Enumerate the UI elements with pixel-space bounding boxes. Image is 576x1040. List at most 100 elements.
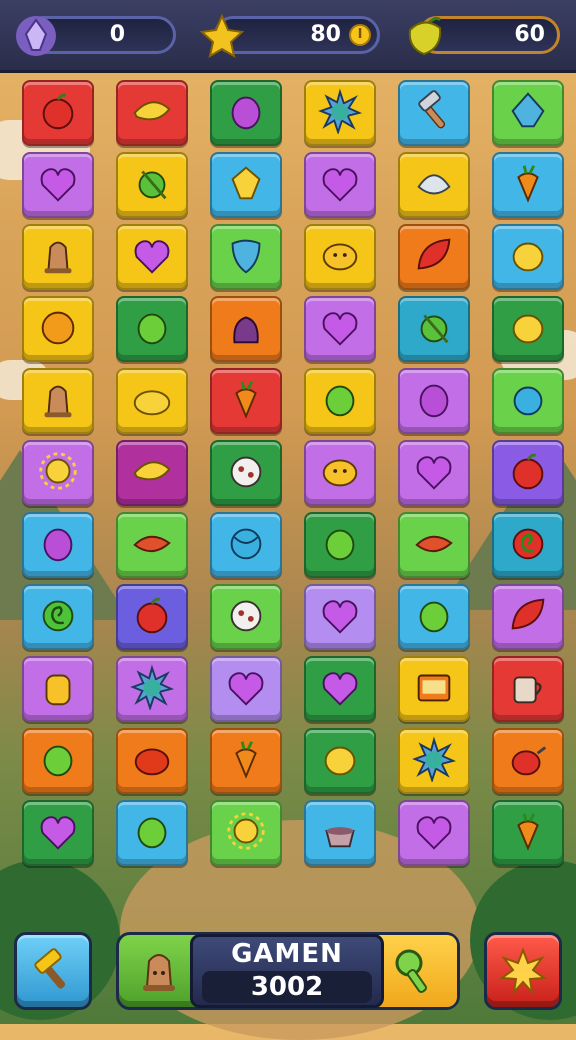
board-tile[interactable] <box>492 656 564 722</box>
board-tile[interactable] <box>304 512 376 578</box>
heart-icon <box>35 160 81 210</box>
board-tile[interactable] <box>304 152 376 218</box>
board-tile[interactable] <box>398 584 470 650</box>
heart-icon <box>317 664 363 714</box>
board-tile[interactable] <box>22 224 94 290</box>
board-tile[interactable] <box>304 224 376 290</box>
board-tile[interactable] <box>22 512 94 578</box>
board-tile[interactable] <box>492 728 564 794</box>
sun-icon <box>35 448 81 498</box>
board-tile[interactable] <box>398 800 470 866</box>
board-tile[interactable] <box>398 512 470 578</box>
board-tile[interactable] <box>116 152 188 218</box>
board-tile[interactable] <box>398 296 470 362</box>
green-fruit-icon <box>411 304 457 354</box>
hammer-button[interactable] <box>14 932 92 1010</box>
key-icon <box>395 949 427 993</box>
board-tile[interactable] <box>304 584 376 650</box>
board-tile[interactable] <box>22 368 94 434</box>
shell-icon <box>411 160 457 210</box>
green-fruit-icon <box>129 160 175 210</box>
burst-icon <box>499 947 547 996</box>
board-tile[interactable] <box>210 656 282 722</box>
board-tile[interactable] <box>492 296 564 362</box>
board-tile[interactable] <box>304 80 376 146</box>
board-tile[interactable] <box>22 656 94 722</box>
burst-button[interactable] <box>484 932 562 1010</box>
heart-icon <box>317 160 363 210</box>
board-tile[interactable] <box>116 368 188 434</box>
board-tile[interactable] <box>304 296 376 362</box>
apple-icon <box>129 592 175 642</box>
banana-icon <box>129 88 175 138</box>
board-tile[interactable] <box>22 152 94 218</box>
heart-icon <box>223 664 269 714</box>
board-tile[interactable] <box>22 80 94 146</box>
board-tile[interactable] <box>492 512 564 578</box>
board-tile[interactable] <box>398 440 470 506</box>
key-booster[interactable] <box>389 943 445 999</box>
board-tile[interactable] <box>116 656 188 722</box>
board-tile[interactable] <box>210 368 282 434</box>
board-tile[interactable] <box>22 800 94 866</box>
board-tile[interactable] <box>492 152 564 218</box>
chili-icon <box>129 520 175 570</box>
board-tile[interactable] <box>492 368 564 434</box>
board-tile[interactable] <box>116 728 188 794</box>
board-tile[interactable] <box>210 224 282 290</box>
lime-icon <box>35 736 81 786</box>
board-tile[interactable] <box>22 296 94 362</box>
board-tile[interactable] <box>492 800 564 866</box>
bell-booster[interactable] <box>131 943 187 999</box>
board-tile[interactable] <box>304 728 376 794</box>
score-value: 3002 <box>202 971 372 1003</box>
board-tile[interactable] <box>116 80 188 146</box>
board-tile[interactable] <box>398 80 470 146</box>
plum-icon <box>223 88 269 138</box>
swirl-icon <box>35 592 81 642</box>
board-tile[interactable] <box>116 296 188 362</box>
board-tile[interactable] <box>210 800 282 866</box>
board-tile[interactable] <box>116 224 188 290</box>
board-tile[interactable] <box>304 368 376 434</box>
board-tile[interactable] <box>22 584 94 650</box>
leaf-icon <box>505 592 551 642</box>
board-tile[interactable] <box>210 296 282 362</box>
board-tile[interactable] <box>398 152 470 218</box>
board-tile[interactable] <box>398 224 470 290</box>
bell-icon <box>35 376 81 426</box>
board-tile[interactable] <box>210 440 282 506</box>
crystal-value: 0 <box>109 22 125 47</box>
board-tile[interactable] <box>398 728 470 794</box>
board-tile[interactable] <box>210 512 282 578</box>
spiky-ball-icon <box>317 88 363 138</box>
board-tile[interactable] <box>492 440 564 506</box>
carrot-icon <box>505 808 551 858</box>
board-tile[interactable] <box>210 152 282 218</box>
carrot-icon <box>505 160 551 210</box>
board-tile[interactable] <box>304 440 376 506</box>
coin-icon: I <box>349 24 371 46</box>
heart-icon <box>129 232 175 282</box>
board-tile[interactable] <box>116 440 188 506</box>
board-tile[interactable] <box>304 800 376 866</box>
plum-icon <box>411 376 457 426</box>
board-tile[interactable] <box>22 440 94 506</box>
lemon-face-icon <box>317 448 363 498</box>
board-tile[interactable] <box>210 728 282 794</box>
board-tile[interactable] <box>492 224 564 290</box>
sun-icon <box>223 808 269 858</box>
board-tile[interactable] <box>304 656 376 722</box>
board-tile[interactable] <box>210 80 282 146</box>
board-tile[interactable] <box>492 584 564 650</box>
board-tile[interactable] <box>398 656 470 722</box>
board-tile[interactable] <box>22 728 94 794</box>
pear-icon <box>129 376 175 426</box>
board-tile[interactable] <box>398 368 470 434</box>
board-tile[interactable] <box>116 800 188 866</box>
board-tile[interactable] <box>116 512 188 578</box>
board-tile[interactable] <box>116 584 188 650</box>
board-tile[interactable] <box>492 80 564 146</box>
board-tile[interactable] <box>210 584 282 650</box>
tomato-icon <box>129 736 175 786</box>
